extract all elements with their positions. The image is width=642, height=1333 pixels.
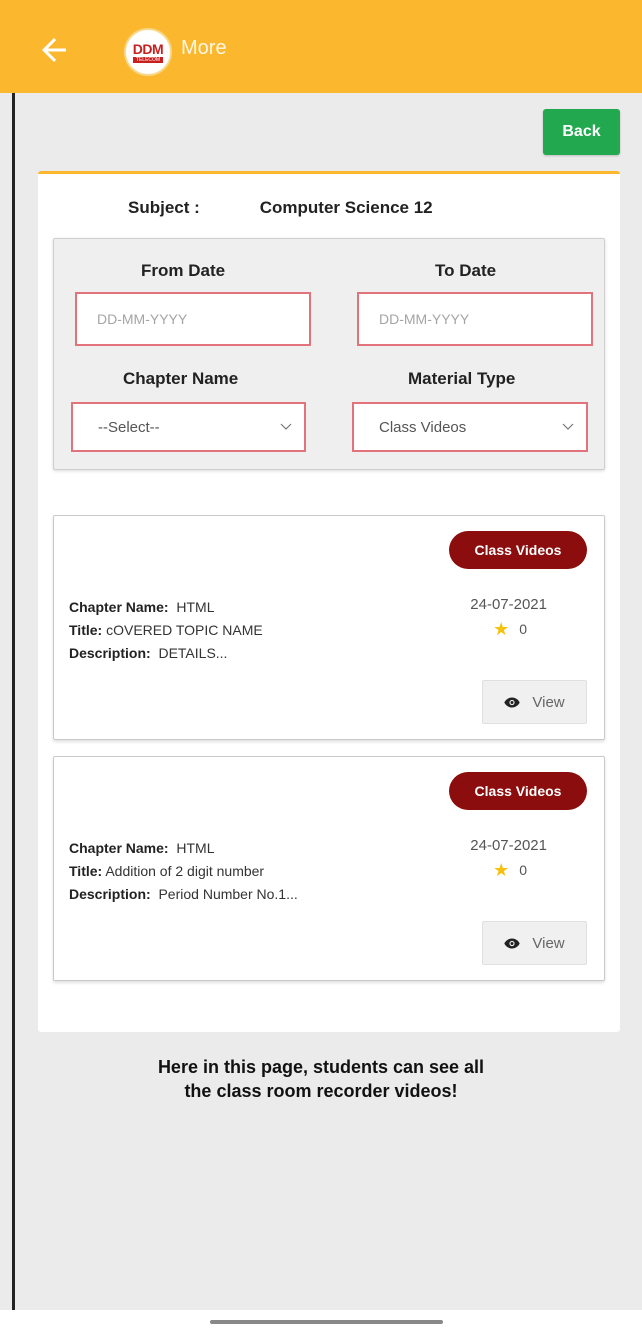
screen: DDM TELECOM More Back Subject : Computer… [0, 0, 642, 1333]
home-indicator[interactable] [210, 1320, 443, 1324]
material-meta: Chapter Name: HTML Title: cOVERED TOPIC … [69, 596, 263, 665]
main-card: Subject : Computer Science 12 From Date … [38, 171, 620, 1032]
eye-icon [504, 938, 521, 948]
view-button-label: View [532, 934, 565, 952]
to-date-input[interactable] [357, 292, 593, 346]
title-label: Title: [69, 622, 103, 638]
chapter-name-value: HTML [176, 840, 215, 856]
material-meta: Chapter Name: HTML Title: Addition of 2 … [69, 837, 298, 906]
description-label: Description: [69, 886, 151, 902]
material-type-select-value: Class Videos [379, 418, 467, 436]
title-value: cOVERED TOPIC NAME [106, 622, 263, 638]
caption-line-2: the class room recorder videos! [184, 1081, 458, 1101]
filter-panel: From Date To Date Chapter Name Material … [53, 238, 605, 470]
material-card: Class Videos Chapter Name: HTML Title: c… [53, 515, 605, 740]
to-date-label: To Date [435, 261, 497, 280]
eye-icon [504, 697, 521, 707]
star-icon: ★ [493, 619, 510, 639]
view-button[interactable]: View [482, 680, 587, 724]
title-value: Addition of 2 digit number [105, 863, 265, 879]
description-value: DETAILS... [158, 645, 228, 661]
chapter-name-label: Chapter Name [123, 369, 239, 388]
back-arrow-icon[interactable] [36, 32, 72, 68]
chapter-name-select-value: --Select-- [98, 418, 160, 436]
back-button[interactable]: Back [543, 109, 620, 155]
page-caption: Here in this page, students can see all … [0, 1055, 642, 1103]
logo-text: DDM [132, 40, 164, 57]
chapter-name-value: HTML [176, 599, 215, 615]
left-edge-rule [12, 93, 15, 1310]
material-type-label: Material Type [408, 369, 516, 388]
material-type-badge: Class Videos [449, 772, 587, 810]
chapter-name-label: Chapter Name: [69, 840, 169, 856]
chevron-down-icon [280, 423, 292, 430]
material-type-badge: Class Videos [449, 531, 587, 569]
star-icon: ★ [493, 860, 510, 880]
app-logo: DDM TELECOM [124, 28, 172, 76]
material-type-select[interactable]: Class Videos [352, 402, 588, 452]
app-bar-title: More [181, 37, 227, 59]
chevron-down-icon [562, 423, 574, 430]
material-card: Class Videos Chapter Name: HTML Title: A… [53, 756, 605, 981]
material-date: 24-07-2021 [470, 596, 547, 613]
description-label: Description: [69, 645, 151, 661]
rating: ★ 0 [493, 620, 527, 638]
subject-label: Subject : [128, 198, 200, 217]
description-value: Period Number No.1... [158, 886, 298, 902]
material-date: 24-07-2021 [470, 837, 547, 854]
rating: ★ 0 [493, 861, 527, 879]
from-date-input[interactable] [75, 292, 311, 346]
logo-subtext: TELECOM [132, 56, 164, 63]
view-button[interactable]: View [482, 921, 587, 965]
rating-value: 0 [519, 621, 527, 637]
caption-line-1: Here in this page, students can see all [157, 1057, 485, 1077]
app-bar: DDM TELECOM More [0, 0, 642, 93]
rating-value: 0 [519, 862, 527, 878]
subject-row: Subject : Computer Science 12 [128, 198, 433, 218]
chapter-name-label: Chapter Name: [69, 599, 169, 615]
subject-value: Computer Science 12 [259, 198, 433, 217]
view-button-label: View [532, 693, 565, 711]
from-date-label: From Date [141, 261, 226, 280]
chapter-name-select[interactable]: --Select-- [71, 402, 306, 452]
title-label: Title: [69, 863, 103, 879]
